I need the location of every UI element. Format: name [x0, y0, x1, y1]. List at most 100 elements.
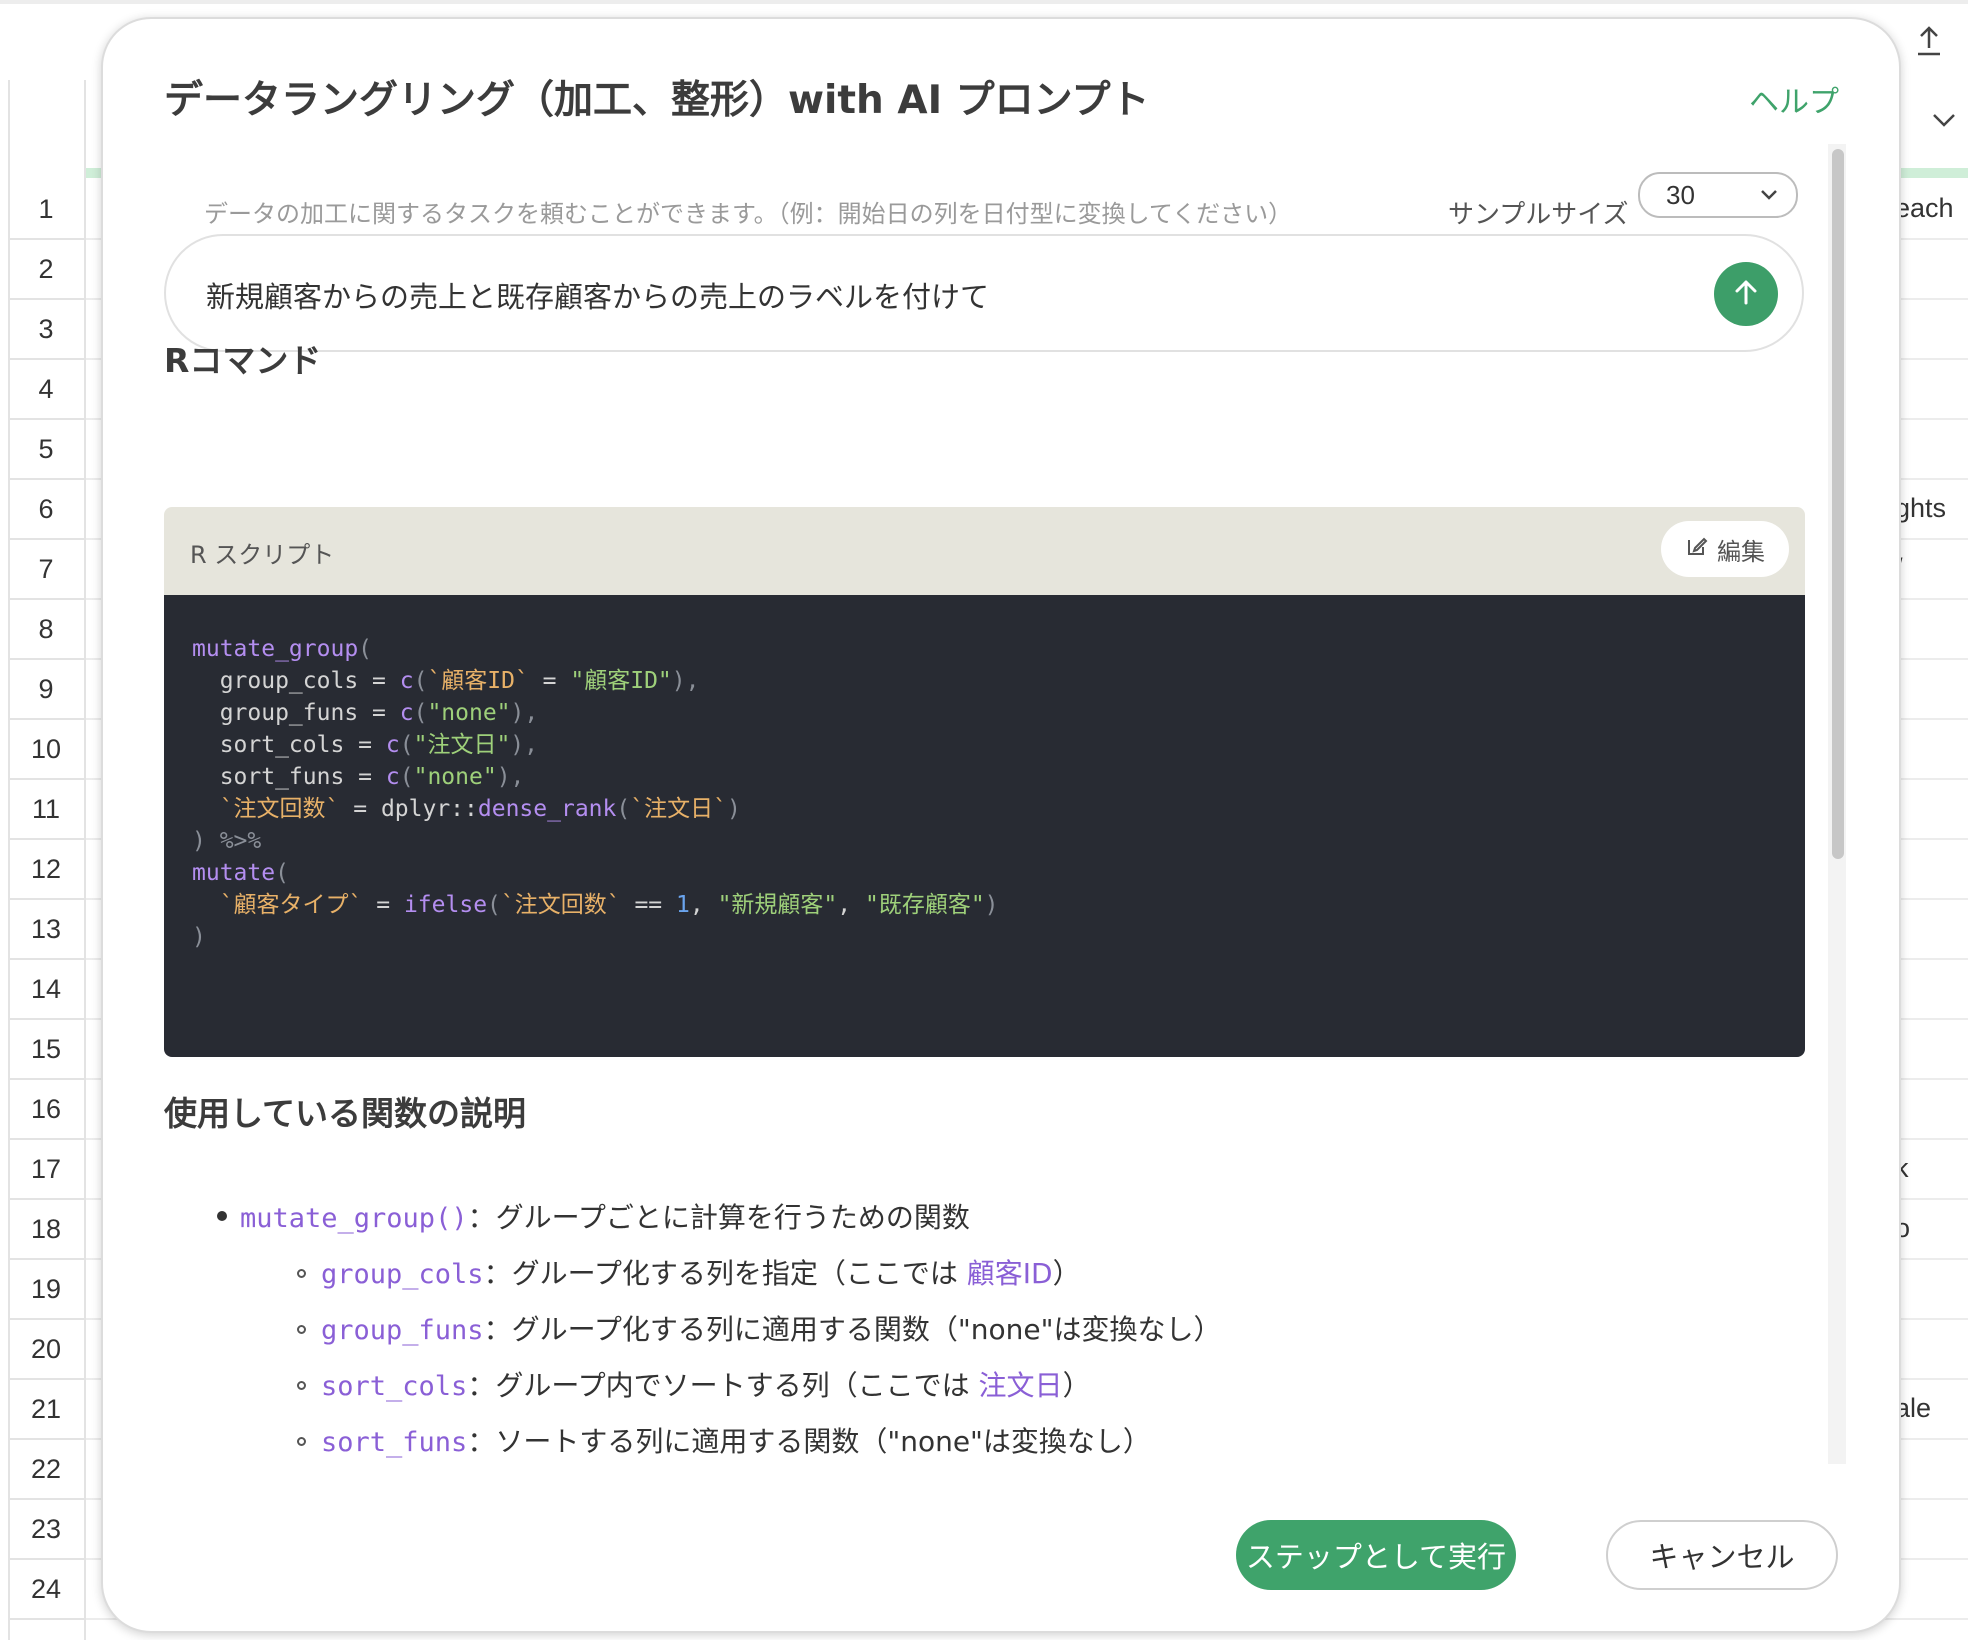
row-number[interactable]: 15	[8, 1020, 84, 1080]
row-number[interactable]: 24	[8, 1560, 84, 1620]
list-item: group_cols：グループ化する列を指定（ここでは 顧客ID）	[321, 1252, 1081, 1292]
sheet-cell-text: each	[1895, 193, 1954, 223]
code-token: = dplyr::	[339, 796, 478, 822]
code-line: `顧客タイプ` = ifelse(`注文回数` == 1, "新規顧客", "既…	[192, 889, 999, 921]
function-name: mutate_group()	[240, 1203, 468, 1234]
code-lines: mutate_group( group_cols = c(`顧客ID` = "顧…	[192, 633, 999, 953]
code-line: group_cols = c(`顧客ID` = "顧客ID"),	[192, 665, 999, 697]
code-token: ==	[620, 892, 676, 918]
row-number[interactable]: 7	[8, 540, 84, 600]
row-number[interactable]: 10	[8, 720, 84, 780]
row-number[interactable]: 17	[8, 1140, 84, 1200]
sample-size-value: 30	[1666, 179, 1695, 210]
code-token: `注文回数`	[219, 796, 340, 822]
sample-size-select[interactable]: 30	[1638, 172, 1798, 218]
list-item: group_funs：グループ化する列に適用する関数（"none"は変換なし）	[321, 1308, 1222, 1348]
row-number[interactable]: 21	[8, 1380, 84, 1440]
row-number[interactable]: 18	[8, 1200, 84, 1260]
code-line: group_funs = c("none"),	[192, 697, 999, 729]
prompt-input[interactable]: 新規顧客からの売上と既存顧客からの売上のラベルを付けて	[164, 234, 1804, 352]
prompt-hint: データの加工に関するタスクを頼むことができます。（例：開始日の列を日付型に変換し…	[204, 200, 1293, 228]
row-number[interactable]: 14	[8, 960, 84, 1020]
sheet-cell-text: ghts	[1895, 493, 1947, 523]
code-line: mutate(	[192, 857, 999, 889]
code-token: `顧客ID`	[427, 668, 529, 694]
row-number[interactable]: 22	[8, 1440, 84, 1500]
edit-button[interactable]: 編集	[1661, 521, 1789, 577]
row-number[interactable]: 1	[8, 180, 84, 240]
code-token: "注文日"	[413, 732, 511, 758]
code-token: c	[385, 732, 400, 758]
list-item: mutate_group()：グループごとに計算を行うための関数	[240, 1196, 970, 1236]
code-token: (	[275, 860, 289, 886]
code-token: )	[984, 892, 999, 918]
code-token: =	[362, 892, 404, 918]
row-number[interactable]: 20	[8, 1320, 84, 1380]
row-number[interactable]: 3	[8, 300, 84, 360]
code-token: (	[413, 700, 428, 726]
code-token: (	[487, 892, 501, 918]
row-number[interactable]: 9	[8, 660, 84, 720]
function-arg-desc: ：ソートする列に適用する関数（"none"は変換なし）	[467, 1425, 1151, 1458]
row-number[interactable]: 11	[8, 780, 84, 840]
run-as-step-button[interactable]: ステップとして実行	[1236, 1520, 1516, 1590]
row-number[interactable]: 4	[8, 360, 84, 420]
r-command-heading: Rコマンド	[164, 341, 322, 380]
row-number[interactable]: 19	[8, 1260, 84, 1320]
send-button[interactable]	[1714, 262, 1778, 326]
sheet-divider	[84, 80, 86, 1640]
arrow-up-icon	[1732, 277, 1760, 311]
sheet-top-border	[0, 0, 1968, 4]
ai-prompt-modal: データラングリング（加工、整形）with AI プロンプト ヘルプ データの加工…	[101, 17, 1901, 1633]
help-link[interactable]: ヘルプ	[1749, 77, 1839, 121]
row-number[interactable]: 2	[8, 240, 84, 300]
code-token: (	[616, 796, 631, 822]
code-line: sort_cols = c("注文日"),	[192, 729, 999, 761]
code-token: dense_rank	[477, 796, 617, 822]
list-item: sort_funs：ソートする列に適用する関数（"none"は変換なし）	[321, 1420, 1151, 1460]
functions-heading: 使用している関数の説明	[164, 1094, 527, 1133]
code-token: "none"	[427, 700, 511, 726]
function-arg-name: group_cols	[321, 1259, 484, 1290]
row-number[interactable]: 5	[8, 420, 84, 480]
list-sub-bullet	[297, 1269, 306, 1278]
row-number[interactable]: 13	[8, 900, 84, 960]
row-number[interactable]: 8	[8, 600, 84, 660]
code-token: ,	[689, 892, 718, 918]
edit-label: 編集	[1717, 537, 1765, 566]
code-line: )	[192, 921, 999, 953]
upload-icon[interactable]	[1914, 24, 1944, 65]
row-number[interactable]: 23	[8, 1500, 84, 1560]
code-token: (	[399, 732, 414, 758]
scrollbar-thumb[interactable]	[1832, 149, 1844, 859]
code-token: mutate	[192, 860, 276, 886]
code-token: ,	[837, 892, 865, 918]
function-arg-desc: ：グループ内でソートする列（ここでは	[467, 1369, 979, 1402]
code-token: `顧客タイプ`	[219, 892, 363, 918]
code-token: sort_funs =	[192, 764, 386, 790]
chevron-down-icon[interactable]	[1930, 104, 1958, 137]
function-arg-desc: ：グループ化する列を指定（ここでは	[483, 1257, 967, 1290]
prompt-input-text[interactable]: 新規顧客からの売上と既存顧客からの売上のラベルを付けて	[206, 274, 989, 316]
code-token: mutate_group	[192, 636, 359, 662]
function-arg-name: sort_funs	[321, 1427, 468, 1458]
row-number[interactable]: 16	[8, 1080, 84, 1140]
code-token: )	[726, 796, 741, 822]
code-token: c	[399, 700, 414, 726]
cancel-button[interactable]: キャンセル	[1606, 1520, 1838, 1590]
code-token: ifelse	[403, 892, 488, 918]
list-sub-bullet	[297, 1381, 306, 1390]
code-token: ),	[496, 764, 525, 790]
row-number[interactable]: 12	[8, 840, 84, 900]
code-token: )	[192, 924, 206, 950]
code-token: `注文日`	[630, 796, 727, 822]
function-arg-desc: ：グループ化する列に適用する関数（"none"は変換なし）	[483, 1313, 1222, 1346]
list-sub-bullet	[297, 1437, 306, 1446]
row-number[interactable]: 6	[8, 480, 84, 540]
sample-size-label: サンプルサイズ	[1448, 200, 1629, 230]
code-line: mutate_group(	[192, 633, 999, 665]
code-line: `注文回数` = dplyr::dense_rank(`注文日`)	[192, 793, 999, 825]
code-token: (	[358, 636, 373, 662]
code-token: ),	[510, 700, 539, 726]
